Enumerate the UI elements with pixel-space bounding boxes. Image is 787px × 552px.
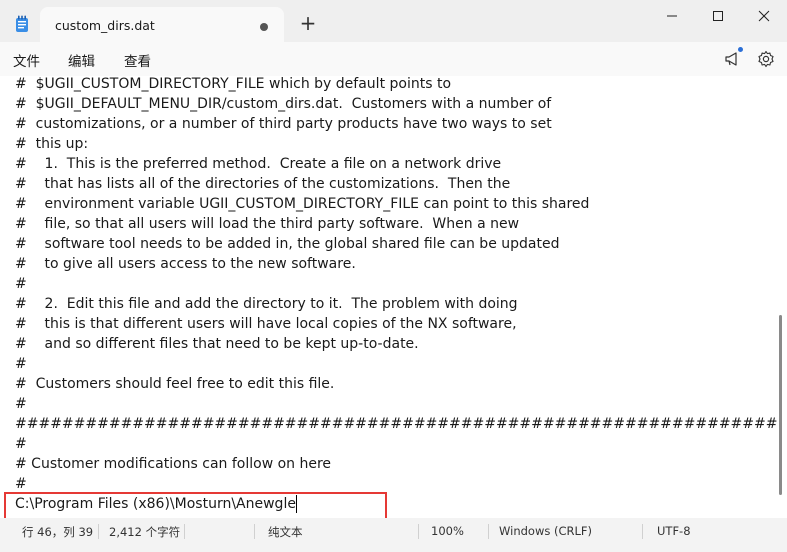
editor-line: # [15,356,27,372]
title-bar: custom_dirs.dat + [0,0,787,42]
editor-line: # Customer modifications can follow on h… [15,456,332,472]
editor-line: # customizations, or a number of third p… [15,116,552,132]
unsaved-dot-icon[interactable] [260,23,268,31]
editor-lines: # $UGII_CUSTOM_DIRECTORY_FILE which by d… [15,76,777,514]
status-divider [488,524,489,539]
status-divider [642,524,643,539]
status-divider [418,524,419,539]
status-divider [254,524,255,539]
close-icon [758,10,770,22]
status-cursor-position: 行 46，列 39 [22,525,94,539]
status-line-ending[interactable]: Windows (CRLF) [499,524,592,538]
current-line: C:\Program Files (x86)\Mosturn\Anewgle [15,494,777,514]
editor-line: # environment variable UGII_CUSTOM_DIREC… [15,196,590,212]
menu-view[interactable]: 查看 [124,50,151,70]
editor-line: # software tool needs to be added in, th… [15,236,560,252]
vertical-scrollbar[interactable] [779,315,782,495]
settings-button[interactable] [755,48,777,70]
notepad-icon [16,15,28,32]
editor-line: # [15,276,27,292]
status-bar: 行 46，列 39 2,412 个字符 纯文本 100% Windows (CR… [0,518,787,552]
editor-line: # $UGII_DEFAULT_MENU_DIR/custom_dirs.dat… [15,96,552,112]
menu-bar: 文件 编辑 查看 [0,42,787,76]
editor-line: # 2. Edit this file and add the director… [15,296,518,312]
editor-line: # to give all users access to the new so… [15,256,356,272]
editor-line: # this is that different users will have… [15,316,517,332]
status-char-count: 2,412 个字符 [109,525,181,539]
editor-line: # $UGII_CUSTOM_DIRECTORY_FILE which by d… [15,76,452,92]
editor-line: # and so different files that need to be… [15,336,419,352]
status-divider [98,524,99,539]
new-tab-button[interactable]: + [297,13,319,35]
editor-line: # file, so that all users will load the … [15,216,520,232]
tab-custom-dirs[interactable]: custom_dirs.dat [40,7,284,42]
menu-file[interactable]: 文件 [13,50,40,70]
current-line-text: C:\Program Files (x86)\Mosturn\Anewgle [15,496,296,512]
maximize-icon [713,11,723,21]
status-format[interactable]: 纯文本 [268,524,303,540]
tab-title: custom_dirs.dat [55,18,155,33]
editor-line: # this up: [15,136,89,152]
editor-line: # Customers should feel free to edit thi… [15,376,335,392]
minimize-icon [667,15,677,17]
editor-line: # [15,436,27,452]
text-caret [295,495,297,513]
editor-line: # that has lists all of the directories … [15,176,511,192]
status-encoding[interactable]: UTF-8 [657,524,691,538]
status-divider [184,524,185,539]
editor-line: ########################################… [15,416,778,432]
notepad-window: custom_dirs.dat + 文件 编辑 查看 # $UGII_CUSTO… [0,0,787,552]
minimize-button[interactable] [649,0,695,32]
notification-dot-icon [738,47,743,52]
maximize-button[interactable] [695,0,741,32]
editor-line: # [15,396,27,412]
editor-line: # [15,476,27,492]
text-editor[interactable]: # $UGII_CUSTOM_DIRECTORY_FILE which by d… [0,76,787,518]
gear-icon [758,50,774,68]
close-button[interactable] [741,0,787,32]
editor-line: # 1. This is the preferred method. Creat… [15,156,502,172]
menu-edit[interactable]: 编辑 [68,50,95,70]
status-zoom[interactable]: 100% [431,524,464,538]
